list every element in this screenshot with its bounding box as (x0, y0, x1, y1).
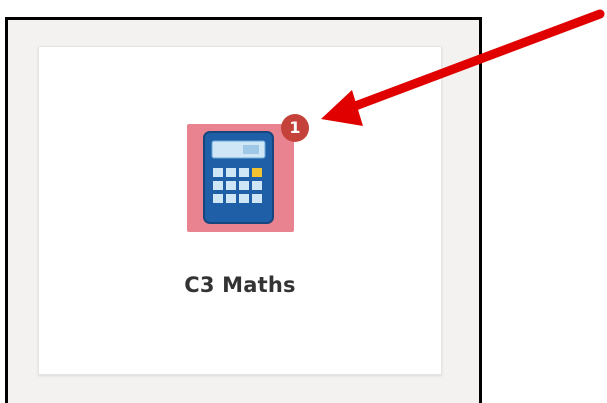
tile-title: C3 Maths (184, 273, 296, 297)
notification-badge: 1 (281, 114, 309, 142)
screenshot: 1 C3 Maths (0, 0, 607, 403)
calculator-icon (203, 131, 274, 224)
